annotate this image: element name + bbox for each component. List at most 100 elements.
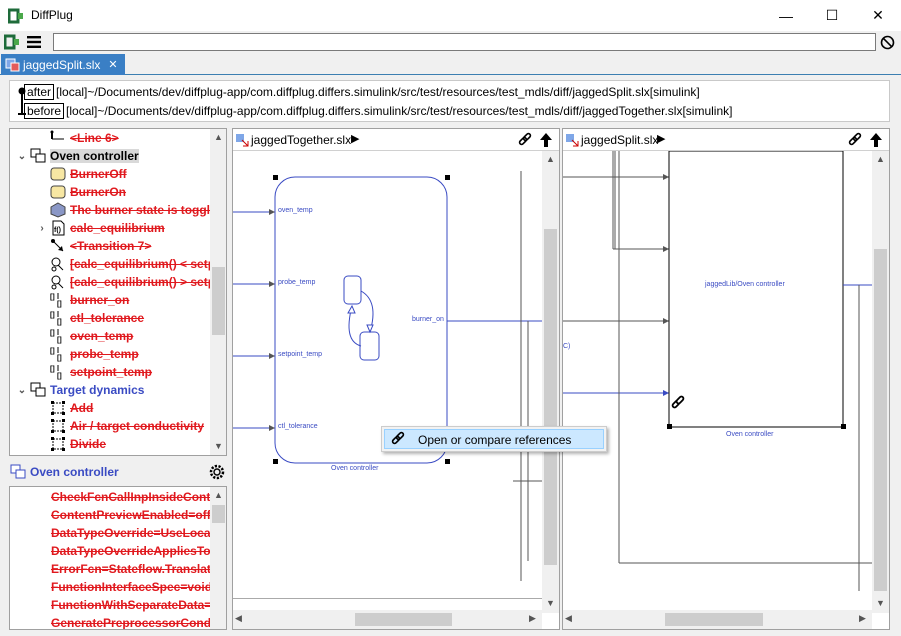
scroll-left-icon[interactable]: ◀ [565,613,572,624]
before-tag: before [24,103,65,119]
tree-item[interactable]: ⌄ Target dynamics [10,381,210,399]
tree-item[interactable]: <Line 6> [10,129,210,147]
property-item[interactable]: ContentPreviewEnabled=off [10,506,210,524]
right-vscroll-thumb[interactable] [874,249,887,591]
tree-item-label: calc_equilibrium [70,221,165,235]
property-item[interactable]: FunctionInterfaceSpec=void_void [10,578,210,596]
svg-text:[]: [] [50,366,55,373]
property-item[interactable]: CheckFcnCallInpInsideContextMsg [10,488,210,506]
link-icon[interactable] [847,132,863,151]
scroll-left-icon[interactable]: ◀ [235,613,242,624]
gear-icon[interactable] [209,464,225,483]
up-arrow-icon[interactable] [539,132,553,151]
scroll-up-icon[interactable]: ▲ [542,151,559,168]
tree-item[interactable]: [][] oven_temp [10,327,210,345]
diffplug-logo-icon [7,8,24,24]
left-diagram-canvas[interactable] [233,151,543,599]
tree-item[interactable]: [calc_equilibrium() < setpoint] [10,255,210,273]
breadcrumb-arrow-icon[interactable]: ▶ [657,132,665,145]
left-pane-title[interactable]: jaggedTogether.slx [251,133,351,147]
hamburger-icon[interactable] [27,35,41,52]
left-hscrollbar[interactable]: ◀ ▶ [233,610,542,629]
tab-jaggedsplit[interactable]: jaggedSplit.slx ✕ [1,54,125,75]
menu-item-open-compare-references[interactable]: Open or compare references [384,429,604,449]
port-oven-temp: oven_temp [278,207,313,214]
tree-item[interactable]: BurnerOff [10,165,210,183]
minimize-button[interactable]: — [763,0,809,31]
properties-list: CheckFcnCallInpInsideContextMsgContentPr… [9,486,227,630]
property-item[interactable]: DataTypeOverride=UseLocalSettings [10,524,210,542]
tree-item[interactable]: <Transition 7> [10,237,210,255]
before-path-row[interactable]: before [local]~/Documents/dev/diffplug-a… [24,102,732,120]
link-icon[interactable] [517,132,533,151]
tree-item-label: setpoint_temp [70,365,153,379]
maximize-button[interactable]: ☐ [809,0,855,31]
tree-item[interactable]: [][] ctl_tolerance [10,309,210,327]
chevron-down-icon[interactable]: ⌄ [16,385,28,396]
breadcrumb-arrow-icon[interactable]: ▶ [351,132,359,145]
property-item[interactable]: DataTypeOverrideAppliesTo=AllNumericType… [10,542,210,560]
tree-item-label: Add [70,401,94,415]
tree-item[interactable]: [][] probe_temp [10,345,210,363]
tree-item[interactable]: Add [10,399,210,417]
command-input[interactable] [53,33,876,51]
properties-scroll-thumb[interactable] [212,505,225,523]
scroll-down-icon[interactable]: ▼ [542,595,559,612]
tab-close-button[interactable]: ✕ [108,58,117,71]
scroll-up-icon[interactable]: ▲ [872,151,889,168]
data-icon: [][] [50,292,66,308]
transition-icon [50,238,66,254]
scroll-up-icon[interactable]: ▲ [210,129,226,146]
scroll-down-icon[interactable]: ▼ [872,595,889,612]
tree-item[interactable]: Divide [10,435,210,453]
tree-item[interactable]: The burner state is toggled [10,201,210,219]
right-hscroll-thumb[interactable] [665,613,763,626]
right-hscrollbar[interactable]: ◀ ▶ [563,610,872,629]
tree-item[interactable]: BurnerOn [10,183,210,201]
tree-item[interactable]: [calc_equilibrium() > setpoint] [10,273,210,291]
tree-item[interactable]: › f() calc_equilibrium [10,219,210,237]
subsystem-icon [30,148,46,164]
scroll-right-icon[interactable]: ▶ [859,613,866,624]
tree-scroll-thumb[interactable] [212,267,225,335]
scroll-up-icon[interactable]: ▲ [210,487,226,504]
right-vscrollbar[interactable]: ▲ ▼ [872,151,889,613]
svg-text:[]: [] [50,330,55,337]
property-item[interactable]: GeneratePreprocessorConditionals [10,614,210,629]
right-pane-title[interactable]: jaggedSplit.slx [581,133,658,147]
diffplug-home-icon[interactable] [3,34,20,53]
tree-item-label: oven_temp [70,329,134,343]
chevron-right-icon[interactable]: › [36,223,48,234]
properties-scrollbar[interactable]: ▲ [210,487,226,629]
chevron-down-icon[interactable]: ⌄ [16,151,28,162]
svg-text:[]: [] [57,373,62,380]
state-icon [50,166,66,182]
left-hscroll-thumb[interactable] [355,613,452,626]
scroll-down-icon[interactable]: ▼ [210,438,226,455]
simulink-diff-icon [235,132,250,150]
tree-item-label: Air / target conductivity [70,419,205,433]
close-window-button[interactable]: ✕ [855,0,901,31]
property-item[interactable]: ErrorFcn=Stateflow.Translate [10,560,210,578]
tree-item[interactable]: Air / target conductivity [10,417,210,435]
property-item[interactable]: FunctionWithSeparateData=off [10,596,210,614]
no-entry-icon[interactable] [880,35,895,53]
tree-item[interactable]: [][] burner_on [10,291,210,309]
block-icon [50,400,66,416]
left-vscroll-thumb[interactable] [544,229,557,565]
port-ctl-tolerance: ctl_tolerance [278,423,318,430]
svg-text:[]: [] [50,294,55,301]
tree-scrollbar[interactable]: ▲ ▼ [210,129,226,455]
scroll-right-icon[interactable]: ▶ [529,613,536,624]
annotation-icon [50,202,66,218]
svg-text:[]: [] [50,348,55,355]
tree-item[interactable]: ⌄ Oven controller [10,147,210,165]
tree-item-label: probe_temp [70,347,139,361]
tree-item-label: BurnerOn [70,185,127,199]
up-arrow-icon[interactable] [869,132,883,151]
right-diagram-canvas[interactable] [563,151,873,611]
after-path-row[interactable]: after [local]~/Documents/dev/diffplug-ap… [24,83,700,101]
tree-item[interactable]: [][] setpoint_temp [10,363,210,381]
line-icon [50,130,66,146]
left-vscrollbar[interactable]: ▲ ▼ [542,151,559,613]
